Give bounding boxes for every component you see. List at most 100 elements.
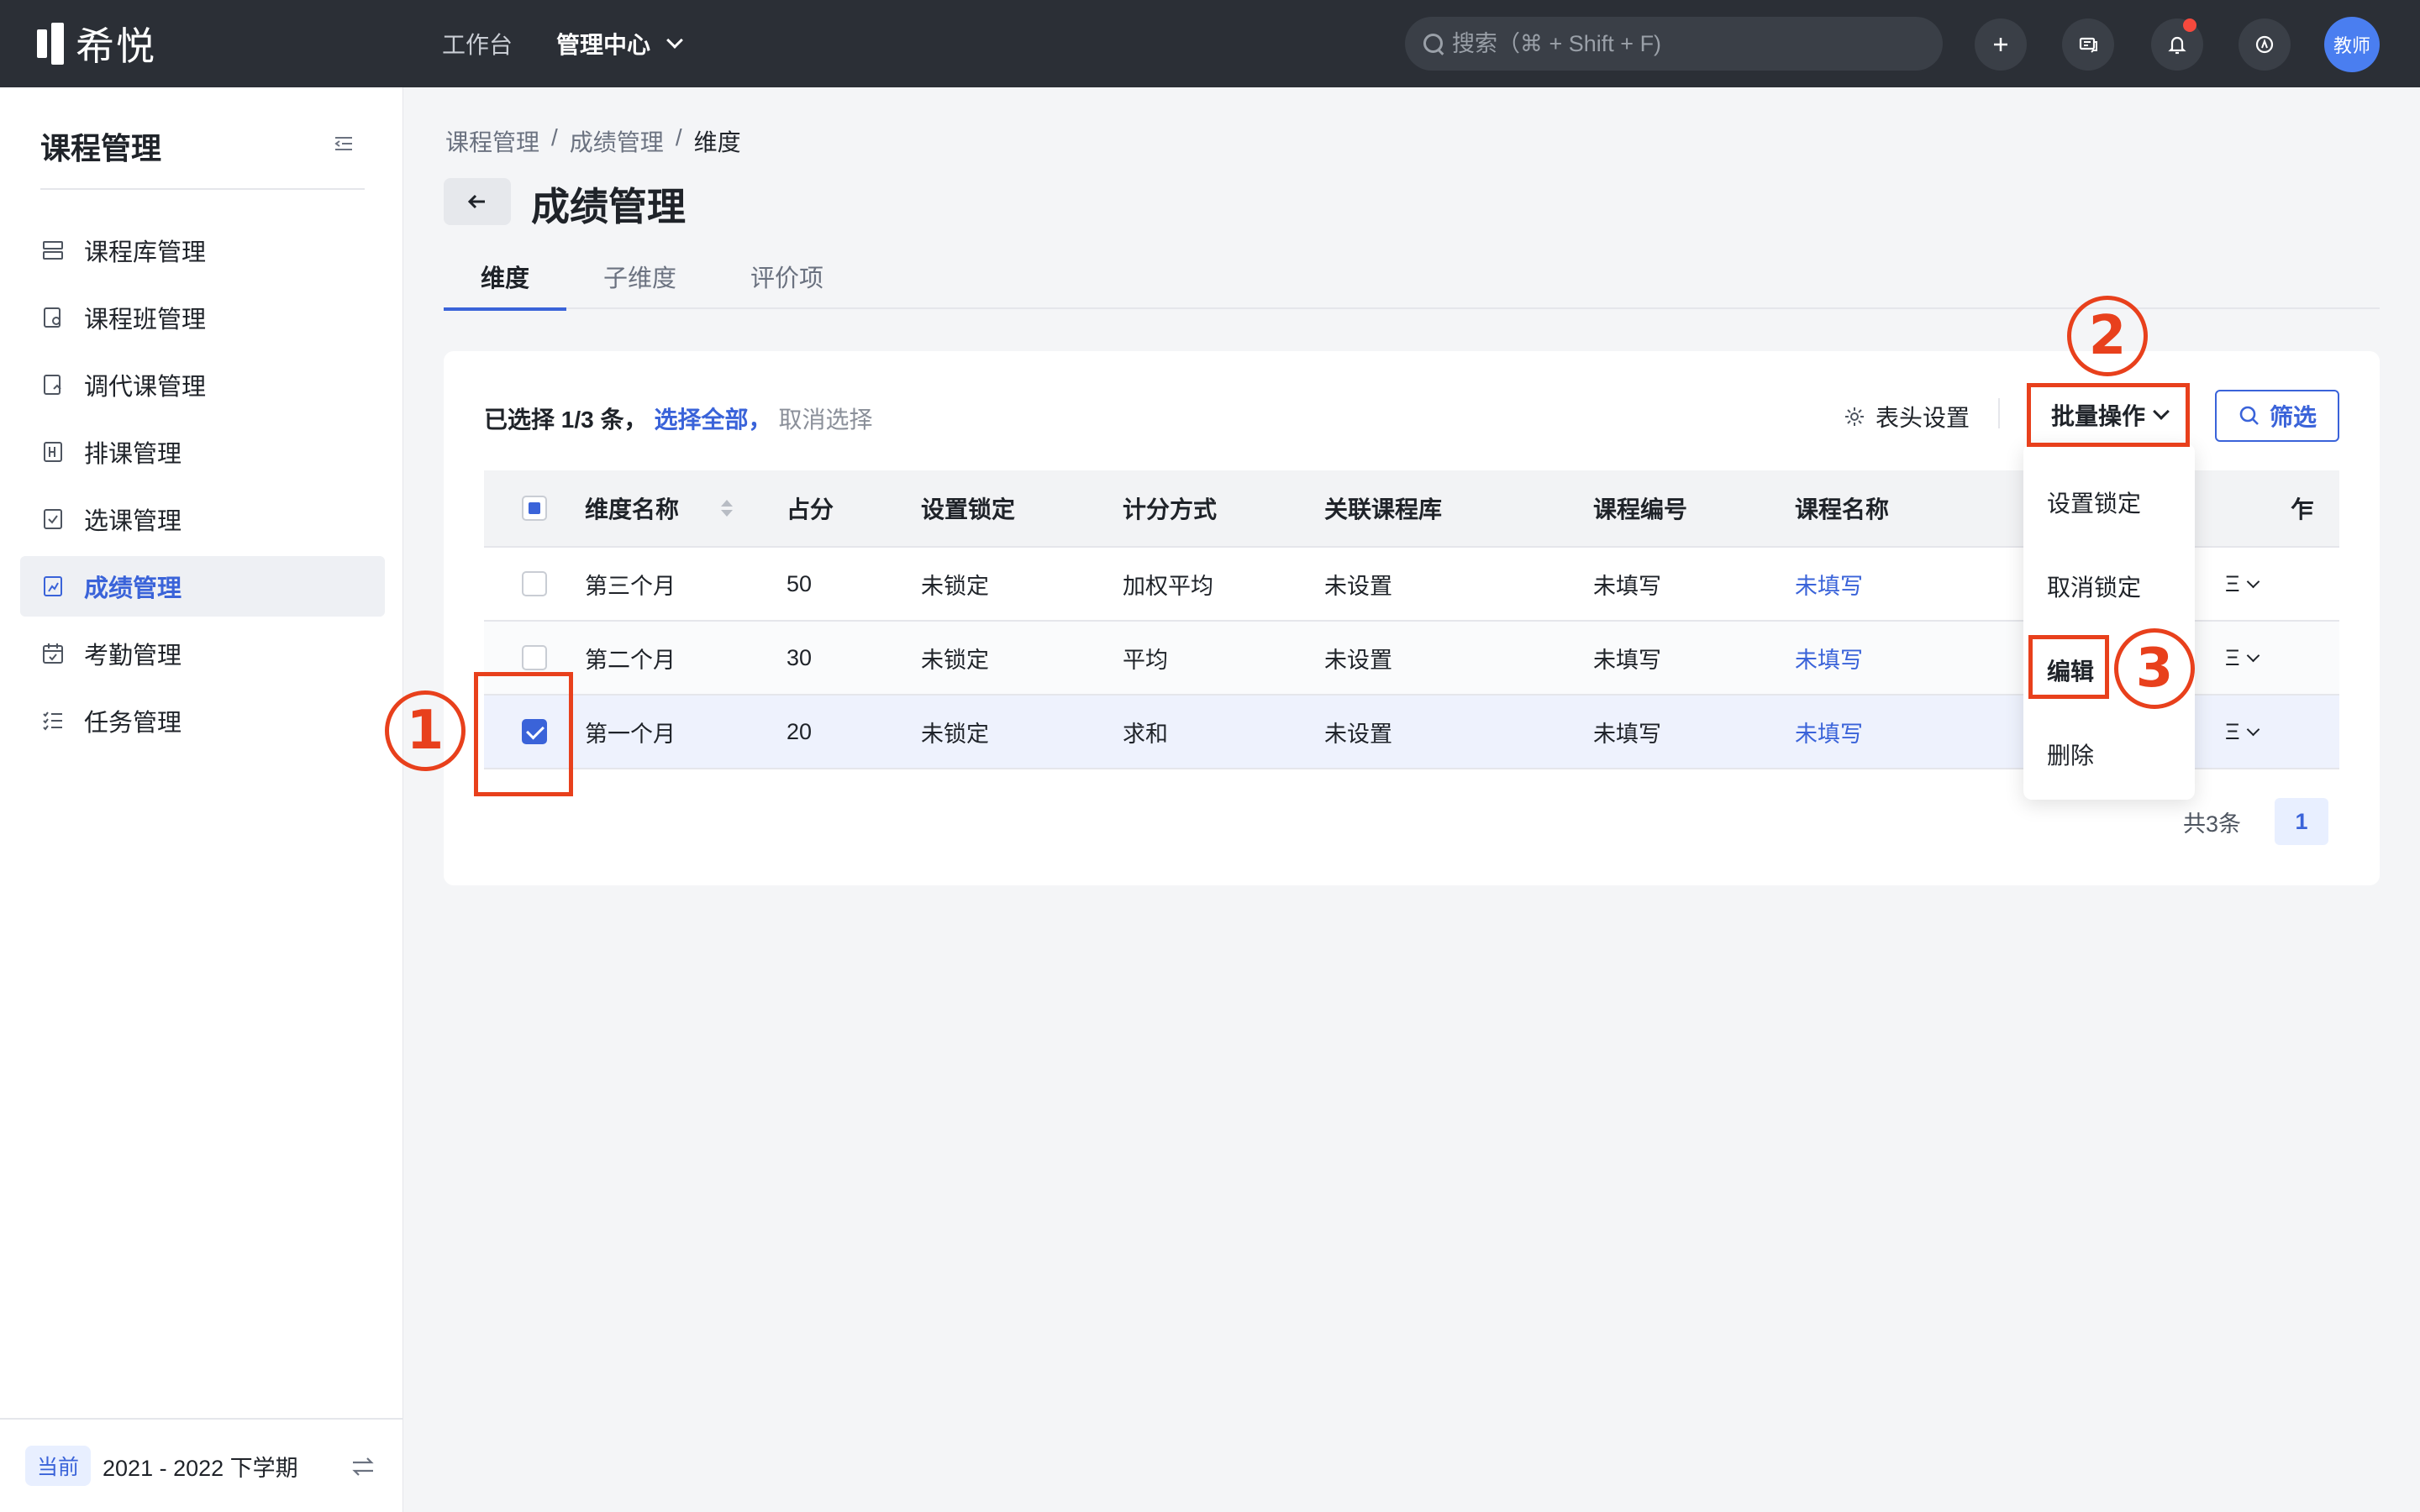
cell-lock: 未锁定 — [921, 721, 989, 747]
global-search[interactable] — [1405, 17, 1943, 71]
header-settings-button[interactable]: 表头设置 — [1844, 400, 1970, 433]
annotation-number-2: 2 — [2067, 296, 2148, 376]
row-checkbox[interactable] — [522, 571, 547, 596]
sidebar-item-attendance[interactable]: 考勤管理 — [20, 623, 385, 684]
breadcrumb-current: 维度 — [693, 129, 741, 155]
annotation-number-3: 3 — [2114, 628, 2195, 709]
menu-item-set-lock[interactable]: 设置锁定 — [2023, 460, 2195, 544]
cell-course-name-link[interactable]: 未填写 — [1795, 568, 2030, 601]
menu-item-unlock[interactable]: 取消锁定 — [2023, 544, 2195, 628]
tab-sub-dimension[interactable]: 子维度 — [566, 249, 713, 309]
toolbar-divider — [1998, 398, 2000, 428]
header-settings-label: 表头设置 — [1876, 405, 1970, 431]
row-checkbox[interactable] — [522, 645, 547, 670]
swap-icon[interactable] — [350, 1453, 376, 1480]
attendance-icon — [43, 643, 63, 664]
sidebar-item-scheduling[interactable]: 排课管理 — [20, 422, 385, 482]
header-checkbox-cell — [484, 496, 585, 521]
cell-lock: 未锁定 — [921, 573, 989, 599]
row-more-button[interactable]: Ξ — [2225, 719, 2260, 745]
current-term: 2021 - 2022 下学期 — [103, 1455, 298, 1481]
app-logo[interactable]: 希悦 — [37, 20, 156, 68]
cell-course-library: 未设置 — [1324, 647, 1392, 673]
tab-dimension[interactable]: 维度 — [444, 249, 567, 311]
nav-admin-center[interactable]: 管理中心 — [556, 27, 683, 60]
logo-text: 希悦 — [76, 24, 156, 68]
current-term-badge: 当前 — [25, 1446, 92, 1486]
header-scoring-method: 计分方式 — [1123, 496, 1218, 522]
breadcrumb: 课程管理 / 成绩管理 / 维度 — [445, 124, 741, 158]
page-title: 成绩管理 — [531, 185, 686, 228]
cell-course-name-link[interactable]: 未填写 — [1795, 716, 2030, 748]
breadcrumb-item[interactable]: 课程管理 — [445, 124, 539, 158]
logo-mark-icon — [37, 23, 66, 65]
search-input[interactable] — [1452, 30, 1923, 57]
sidebar-item-label: 调代课管理 — [84, 374, 207, 401]
page-number-button[interactable]: 1 — [2275, 798, 2329, 845]
filter-button[interactable]: 筛选 — [2215, 390, 2339, 442]
sidebar-item-course-class[interactable]: 课程班管理 — [20, 287, 385, 348]
select-all-link[interactable]: 选择全部， — [654, 402, 771, 435]
cell-course-name-link[interactable]: 未填写 — [1795, 642, 2030, 675]
sidebar: 课程管理 课程库管理 课程班管理 调代课管理 排课管理 选课管理 成绩管理 考勤… — [0, 87, 403, 1512]
notifications-button[interactable] — [2151, 18, 2203, 71]
user-avatar[interactable]: 教师 — [2324, 17, 2380, 72]
back-button[interactable] — [444, 178, 511, 225]
cell-course-library: 未设置 — [1324, 721, 1392, 747]
top-nav: 工作台 管理中心 — [442, 0, 683, 87]
menu-item-delete[interactable]: 删除 — [2023, 712, 2195, 796]
breadcrumb-item[interactable]: 成绩管理 — [570, 124, 664, 158]
apps-button[interactable] — [2238, 18, 2291, 71]
selected-count: 已选择 1/3 条， — [484, 407, 648, 433]
task-icon — [43, 711, 62, 731]
column-label: 维度名称 — [585, 496, 680, 522]
nav-workbench[interactable]: 工作台 — [442, 27, 513, 60]
row-more-button[interactable]: Ξ — [2225, 645, 2260, 671]
cancel-selection-link[interactable]: 取消选择 — [779, 402, 873, 435]
cell-score: 30 — [786, 644, 813, 670]
cell-score: 50 — [786, 570, 813, 596]
sidebar-item-label: 选课管理 — [84, 508, 182, 535]
breadcrumb-separator: / — [675, 124, 682, 150]
chevron-down-icon — [2246, 722, 2260, 736]
bell-icon — [2168, 36, 2186, 55]
sidebar-divider — [40, 188, 365, 190]
annotation-number-1: 1 — [385, 690, 466, 771]
collapse-sidebar-icon[interactable] — [333, 133, 355, 155]
add-button[interactable] — [1975, 18, 2027, 71]
sidebar-item-course-library[interactable]: 课程库管理 — [20, 220, 385, 281]
tab-evaluation-item[interactable]: 评价项 — [713, 249, 860, 309]
sort-icon[interactable] — [721, 500, 734, 517]
row-more-button[interactable]: Ξ — [2225, 571, 2260, 597]
cell-course-code: 未填写 — [1593, 721, 1661, 747]
sidebar-item-label: 课程库管理 — [84, 239, 207, 266]
compass-icon — [2255, 35, 2274, 54]
filter-label: 筛选 — [2269, 404, 2317, 430]
chevron-down-icon — [666, 32, 683, 49]
term-switcher[interactable]: 当前 2021 - 2022 下学期 — [0, 1418, 403, 1512]
annotation-box-3 — [2028, 635, 2109, 699]
search-icon — [1423, 34, 1444, 54]
chevron-down-icon — [2246, 575, 2260, 588]
header-dimension-name[interactable]: 维度名称 — [585, 491, 786, 525]
sidebar-item-grades[interactable]: 成绩管理 — [20, 556, 385, 617]
library-icon — [43, 241, 63, 260]
substitute-icon — [44, 375, 61, 395]
cell-lock: 未锁定 — [921, 647, 989, 673]
selection-info: 已选择 1/3 条， 选择全部， 取消选择 — [484, 402, 873, 435]
select-all-checkbox[interactable] — [522, 496, 547, 521]
sidebar-item-substitute[interactable]: 调代课管理 — [20, 354, 385, 415]
sidebar-item-course-selection[interactable]: 选课管理 — [20, 489, 385, 549]
notification-dot — [2183, 18, 2196, 32]
grade-icon — [44, 576, 62, 596]
messages-button[interactable] — [2062, 18, 2114, 71]
gear-icon — [1845, 407, 1864, 426]
sidebar-item-label: 课程班管理 — [84, 307, 207, 333]
header-course-code: 课程编号 — [1593, 496, 1688, 522]
header-course-library: 关联课程库 — [1324, 496, 1443, 522]
cell-scoring-method: 求和 — [1123, 721, 1168, 747]
annotation-box-1 — [474, 672, 573, 796]
class-icon — [44, 307, 60, 328]
sidebar-item-tasks[interactable]: 任务管理 — [20, 690, 385, 751]
cell-scoring-method: 平均 — [1123, 647, 1168, 673]
